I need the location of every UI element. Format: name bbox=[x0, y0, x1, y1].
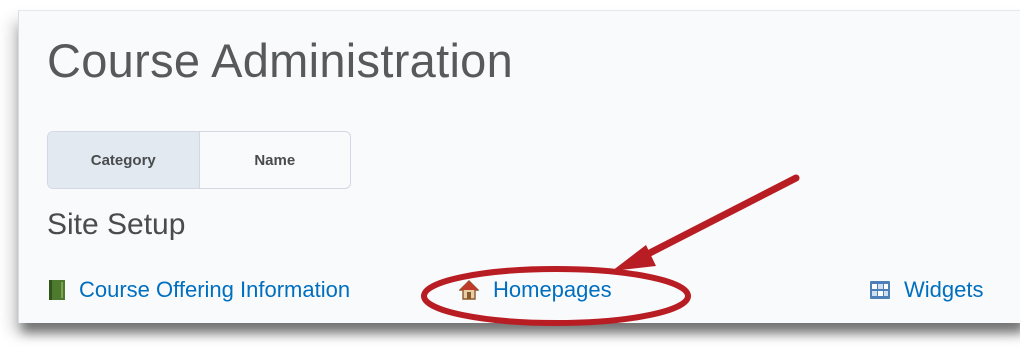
annotation-arrow-shaft bbox=[636, 174, 800, 262]
annotation-highlight-circle bbox=[421, 266, 691, 326]
annotation-arrow-head bbox=[612, 245, 656, 271]
annotation-overlay bbox=[421, 174, 800, 326]
